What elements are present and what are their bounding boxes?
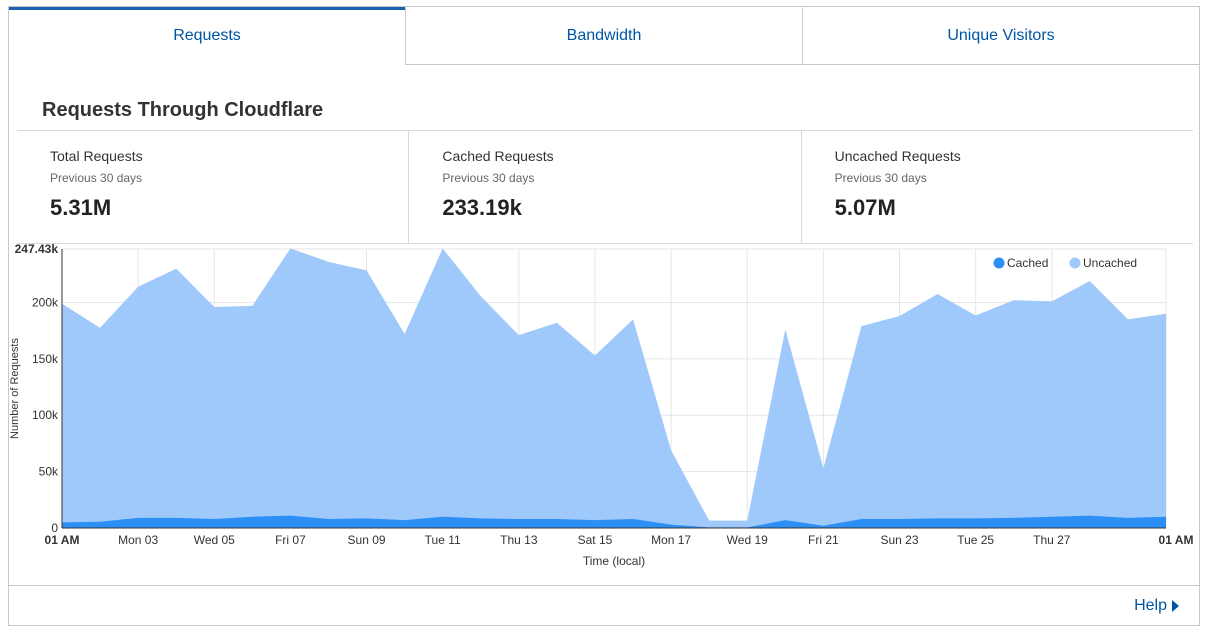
x-tick-label: 01 AM xyxy=(45,533,80,547)
stat-label: Uncached Requests xyxy=(834,148,961,164)
tab-unique-visitors[interactable]: Unique Visitors xyxy=(802,7,1199,65)
stat-uncached-requests: Uncached Requests Previous 30 days 5.07M xyxy=(800,131,1193,243)
legend-marker xyxy=(993,257,1005,269)
legend-marker xyxy=(1069,257,1081,269)
stat-value: 5.07M xyxy=(834,195,896,220)
x-tick-label: Fri 07 xyxy=(275,533,306,547)
x-tick-label: Sat 15 xyxy=(578,533,613,547)
x-tick-label: Mon 17 xyxy=(651,533,691,547)
x-tick-label: Wed 19 xyxy=(727,533,768,547)
y-tick-label: 50k xyxy=(39,465,59,479)
x-tick-label: Thu 13 xyxy=(500,533,538,547)
section-title: Requests Through Cloudflare xyxy=(42,99,324,121)
stat-period: Previous 30 days xyxy=(834,171,927,185)
x-axis-title: Time (local) xyxy=(583,554,645,568)
stat-total-requests: Total Requests Previous 30 days 5.31M xyxy=(17,131,408,243)
y-tick-label: 200k xyxy=(32,295,59,309)
help-link[interactable]: Help xyxy=(1134,597,1179,615)
help-label: Help xyxy=(1134,597,1167,614)
requests-area-chart: 050k100k150k200k247.43k01 AM Mon 03 Wed 05… xyxy=(9,243,1194,568)
x-tick-label: Wed 05 xyxy=(194,533,235,547)
x-tick-label: Tue 11 xyxy=(425,533,461,547)
tab-bandwidth[interactable]: Bandwidth xyxy=(405,7,802,65)
tab-requests[interactable]: Requests xyxy=(9,7,405,65)
y-axis-title: Number of Requests xyxy=(9,338,21,439)
stats-row: Total Requests Previous 30 days 5.31M Ca… xyxy=(17,130,1193,244)
y-tick-label: 100k xyxy=(32,408,59,422)
x-tick-label: Thu 27 xyxy=(1033,533,1071,547)
legend-label: Cached xyxy=(1007,256,1048,270)
area-uncached xyxy=(62,248,1166,528)
stat-label: Cached Requests xyxy=(442,148,554,164)
stat-value: 5.31M xyxy=(50,195,112,220)
footer-divider xyxy=(9,585,1199,586)
tab-bar: Requests Bandwidth Unique Visitors xyxy=(9,7,1199,65)
y-tick-label: 247.43k xyxy=(15,243,59,256)
x-tick-label: Mon 03 xyxy=(118,533,158,547)
y-tick-label: 150k xyxy=(32,352,59,366)
x-tick-label: 01 AM xyxy=(1159,533,1194,547)
x-tick-label: Tue 25 xyxy=(957,533,994,547)
x-tick-label: Sun 09 xyxy=(348,533,386,547)
requests-card: Requests Bandwidth Unique Visitors Reque… xyxy=(8,6,1200,626)
stat-period: Previous 30 days xyxy=(50,171,143,185)
stat-value: 233.19k xyxy=(442,195,522,220)
caret-right-icon xyxy=(1172,600,1179,612)
stat-label: Total Requests xyxy=(50,148,143,164)
legend-label: Uncached xyxy=(1083,256,1137,270)
x-tick-label: Fri 21 xyxy=(808,533,839,547)
stat-period: Previous 30 days xyxy=(442,171,535,185)
stat-cached-requests: Cached Requests Previous 30 days 233.19k xyxy=(408,131,800,243)
x-tick-label: Sun 23 xyxy=(880,533,918,547)
